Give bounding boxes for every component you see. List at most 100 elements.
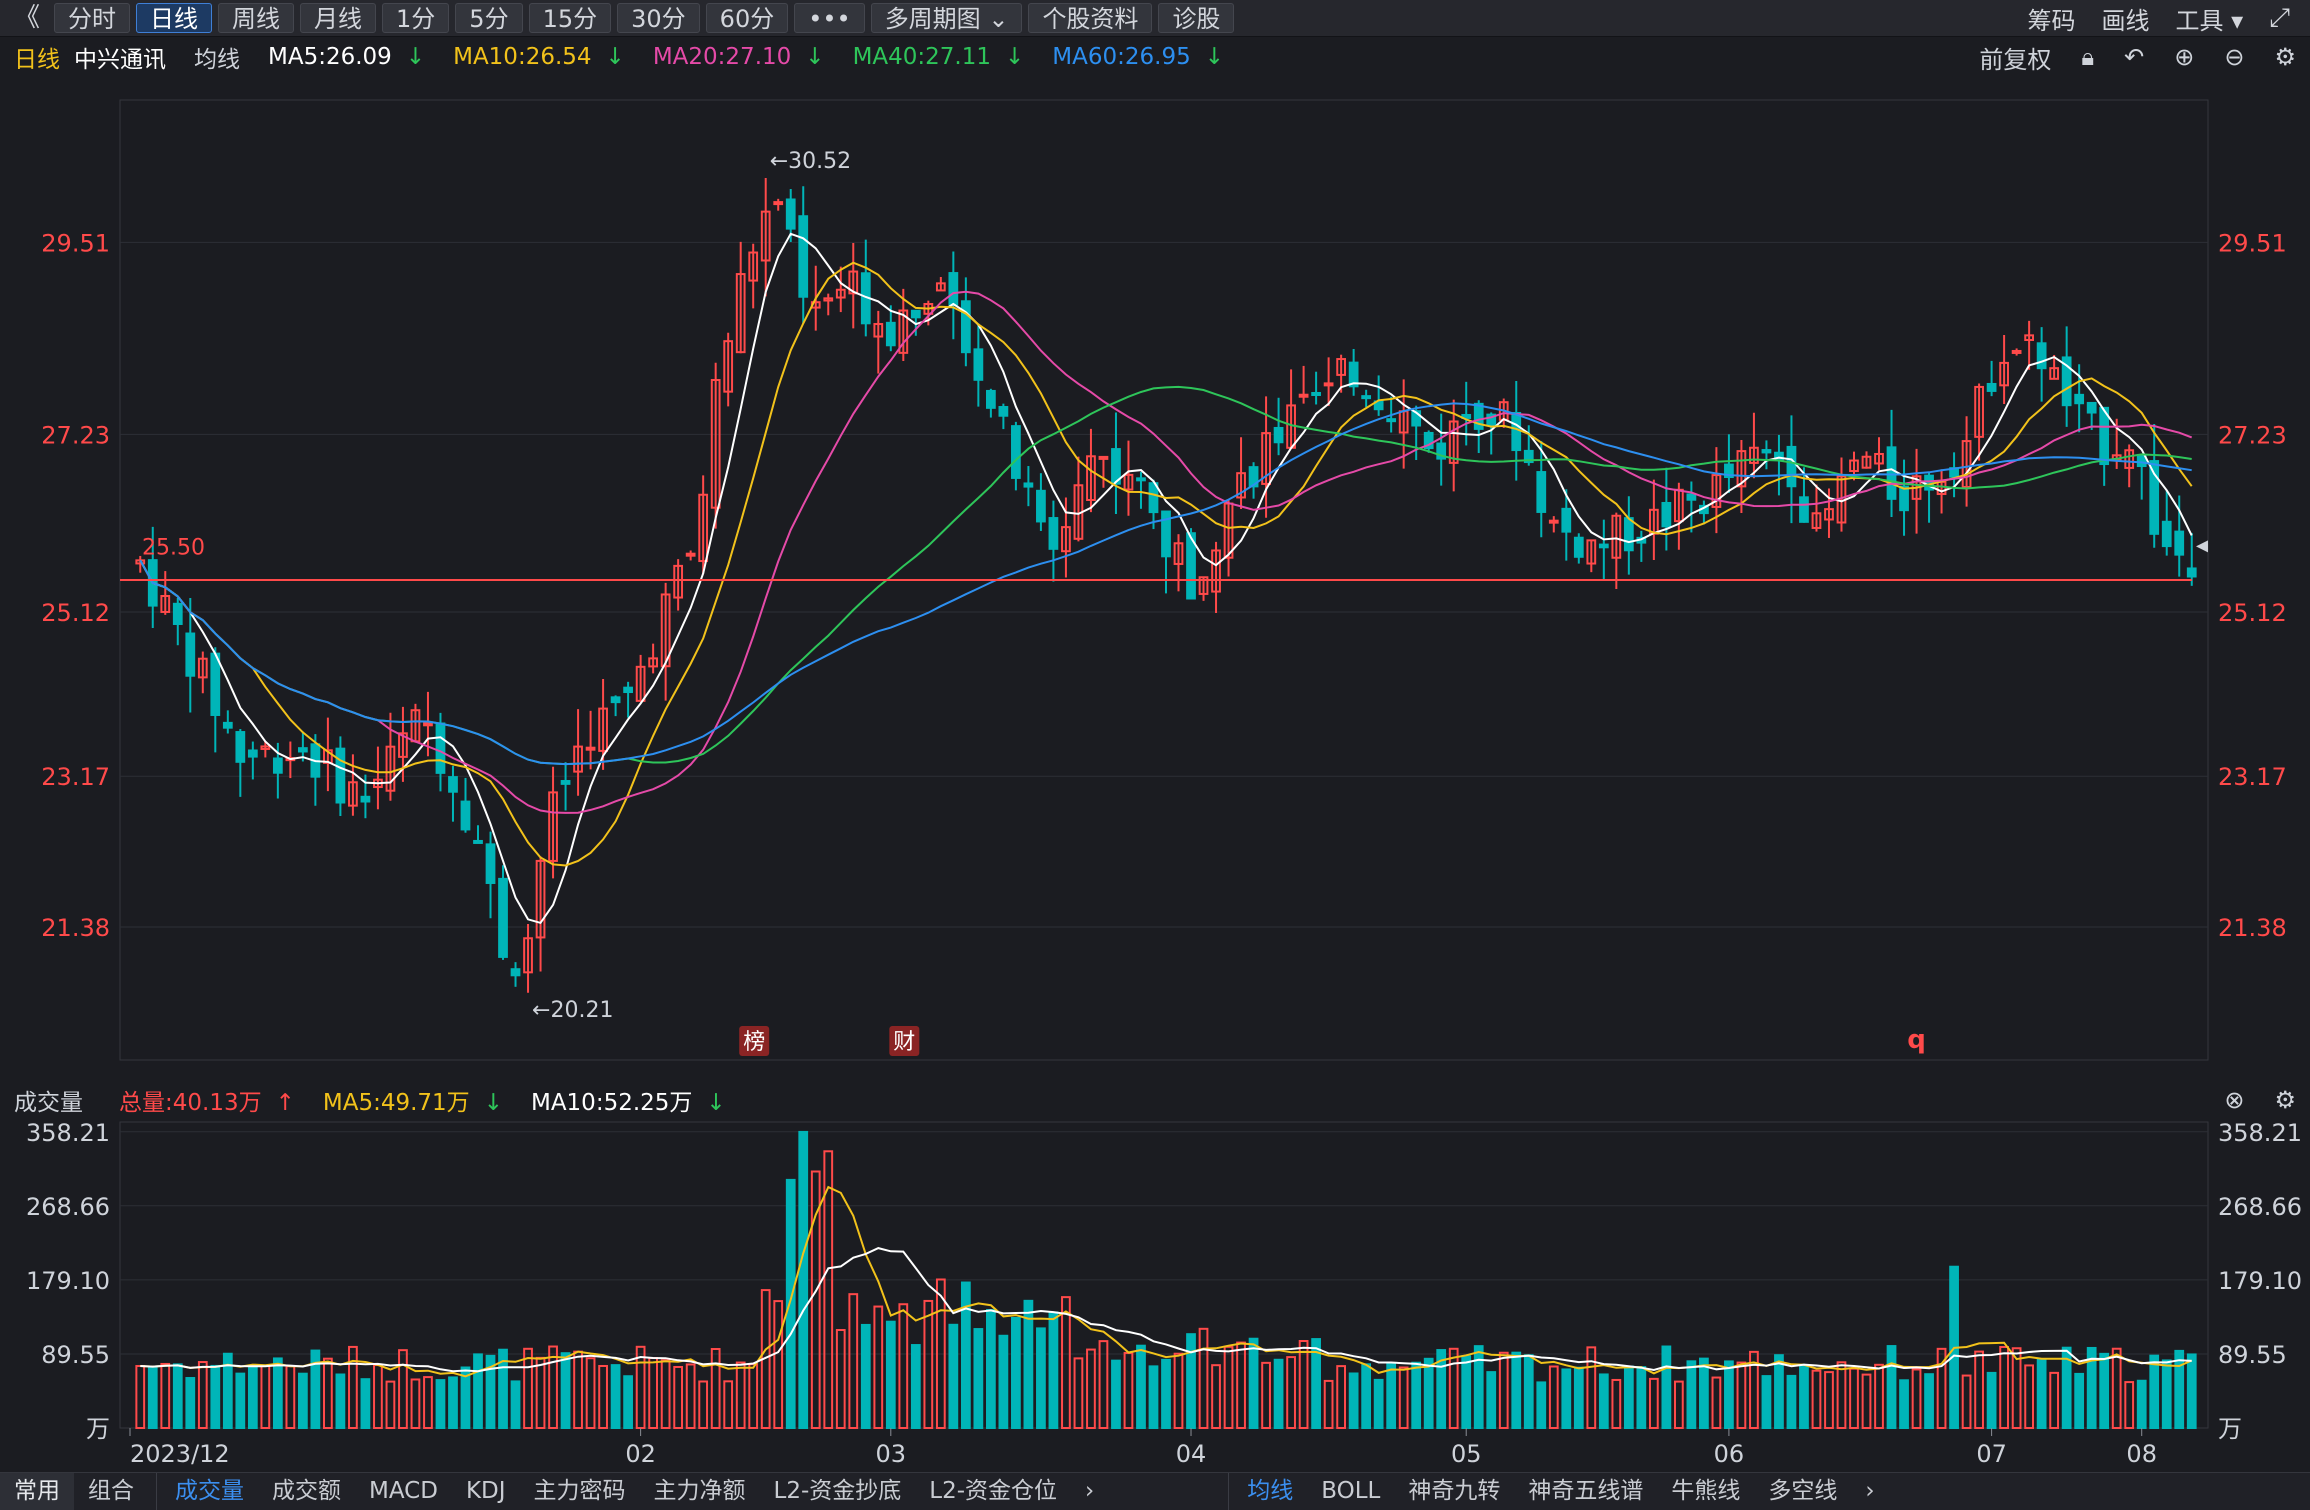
overlay-tab-2[interactable]: 神奇九转	[1394, 1473, 1514, 1510]
volume-axis-label-left: 89.55	[41, 1341, 110, 1369]
candle-body	[460, 800, 471, 831]
indicator-tab-6[interactable]: L2-资金抄底	[760, 1473, 916, 1510]
volume-bar	[1411, 1361, 1422, 1430]
volume-bar	[598, 1364, 608, 1429]
overlay-more-button[interactable]: ›	[1851, 1473, 1888, 1510]
overlay-tab-0[interactable]: 均线	[1233, 1473, 1307, 1510]
indicator-tab-1[interactable]: 成交额	[258, 1473, 355, 1510]
candle-body	[210, 652, 221, 716]
volume-bar	[210, 1364, 221, 1429]
candle-body	[1386, 418, 1397, 423]
price-axis-label-left: 29.51	[41, 229, 110, 257]
candle-body	[1686, 493, 1697, 501]
volume-bar	[1148, 1365, 1159, 1429]
volume-bar	[1423, 1357, 1434, 1430]
volume-bar	[2036, 1358, 2047, 1430]
price-axis-label-left: 21.38	[41, 914, 110, 942]
volume-bar	[1699, 1357, 1709, 1429]
volume-bar	[1686, 1360, 1697, 1429]
candle-body	[1323, 382, 1334, 387]
volume-bar	[510, 1380, 521, 1430]
candle-body	[985, 389, 996, 409]
volume-bar	[698, 1380, 709, 1429]
candle-body	[222, 721, 233, 729]
indicator-tab-0[interactable]: 成交量	[161, 1473, 258, 1510]
indicator-tab-3[interactable]: KDJ	[452, 1473, 520, 1510]
candle-body	[1573, 536, 1584, 558]
volume-bar	[523, 1347, 533, 1430]
volume-bar	[985, 1309, 996, 1429]
volume-bar	[1211, 1364, 1221, 1430]
indicator-tab-4[interactable]: 主力密码	[520, 1473, 640, 1510]
volume-bar	[1824, 1371, 1834, 1430]
volume-bar	[1874, 1363, 1884, 1430]
volume-bar	[885, 1320, 896, 1430]
volume-bar	[1236, 1341, 1246, 1430]
volume-bar	[1498, 1351, 1509, 1429]
price-axis-label-right: 23.17	[2218, 763, 2287, 791]
volume-bar	[973, 1328, 984, 1430]
volume-bar	[710, 1348, 721, 1430]
volume-bar	[1711, 1376, 1722, 1429]
indicator-tab-2[interactable]: MACD	[355, 1473, 452, 1510]
volume-bar	[147, 1366, 158, 1430]
indicator-more-button[interactable]: ›	[1071, 1473, 1108, 1510]
volume-bar	[1198, 1327, 1209, 1429]
volume-bar	[785, 1178, 796, 1429]
volume-bar	[1036, 1327, 1046, 1429]
candle-body	[1799, 496, 1809, 523]
volume-bar	[2136, 1379, 2147, 1430]
volume-bar	[2074, 1372, 2085, 1430]
volume-bar	[998, 1334, 1009, 1429]
volume-bar	[873, 1305, 884, 1429]
volume-bar	[1223, 1345, 1234, 1429]
volume-bar	[1548, 1365, 1559, 1429]
indicator-tab-5[interactable]: 主力净额	[640, 1473, 760, 1510]
candle-body	[498, 877, 508, 958]
volume-bar	[247, 1366, 258, 1429]
volume-bar	[360, 1378, 371, 1429]
indicator-tab-7[interactable]: L2-资金仓位	[915, 1473, 1071, 1510]
candle-body	[1786, 445, 1797, 488]
overlay-tab-5[interactable]: 多空线	[1754, 1473, 1851, 1510]
x-axis-label: 2023/12	[130, 1440, 230, 1468]
volume-bar	[623, 1375, 633, 1430]
mode-tab-0[interactable]: 常用	[0, 1473, 74, 1510]
volume-bar	[1736, 1361, 1747, 1430]
volume-bar	[723, 1380, 734, 1429]
mode-tab-1[interactable]: 组合	[74, 1473, 148, 1510]
candle-body	[1886, 446, 1897, 500]
volume-axis-label-left: 268.66	[26, 1193, 110, 1221]
indicator-tabs: 成交量 成交额 MACD KDJ 主力密码 主力净额 L2-资金抄底 L2-资金仓位	[156, 1473, 1071, 1510]
kline-chart[interactable]: 29.51 29.51 27.23 27.23 25.12 25.12 23.17 23.17…	[0, 0, 2310, 1472]
overlay-tab-3[interactable]: 神奇五线谱	[1514, 1473, 1657, 1510]
volume-ma5-line	[140, 1185, 2193, 1378]
volume-bar	[1161, 1358, 1171, 1430]
candle-body	[798, 215, 809, 298]
volume-bar	[172, 1363, 183, 1430]
volume-bar	[1136, 1344, 1146, 1429]
candle-body	[1661, 501, 1672, 528]
volume-bar	[272, 1357, 283, 1429]
volume-bar	[2099, 1352, 2110, 1429]
volume-bar	[1448, 1347, 1459, 1430]
candle-body	[2086, 401, 2097, 414]
candle-body	[560, 780, 571, 785]
candle-body	[1311, 391, 1321, 396]
volume-bar	[660, 1359, 671, 1430]
overlay-tab-4[interactable]: 牛熊线	[1657, 1473, 1754, 1510]
volume-axis-label-left: 358.21	[26, 1119, 110, 1147]
volume-axis-label-right: 179.10	[2218, 1267, 2302, 1295]
candle-body	[485, 843, 496, 884]
volume-bar	[860, 1323, 871, 1429]
candle-body	[2161, 520, 2172, 548]
candle-body	[973, 348, 984, 381]
volume-bar	[798, 1130, 809, 1429]
volume-axis-label-right: 89.55	[2218, 1341, 2287, 1369]
volume-bar	[673, 1365, 684, 1430]
candle-body	[2174, 530, 2185, 556]
overlay-tab-1[interactable]: BOLL	[1307, 1473, 1394, 1510]
volume-bar	[923, 1299, 934, 1429]
volume-bar	[1173, 1352, 1184, 1429]
candle-body	[585, 746, 596, 751]
